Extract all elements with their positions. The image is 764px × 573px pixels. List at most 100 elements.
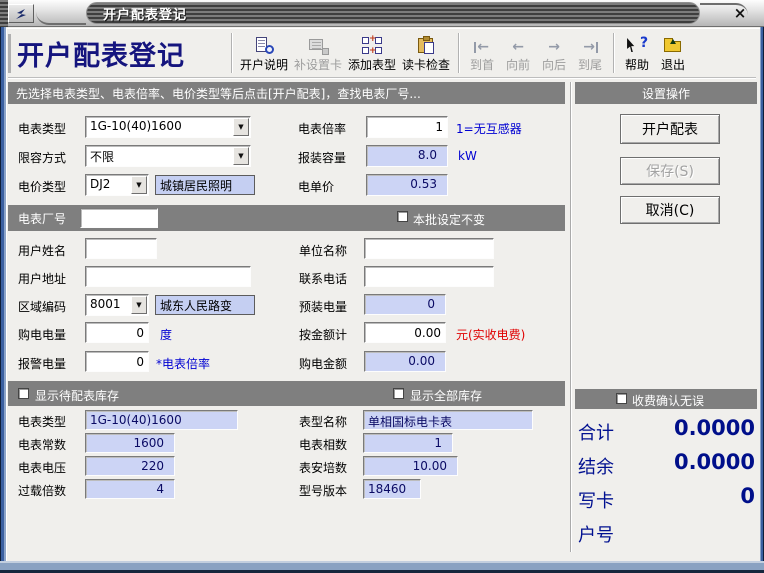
capacity-field: 8.0 [366,145,448,167]
window-frame-right [760,27,764,573]
titlebar: 开户配表登记 × [0,0,764,27]
show-all-stock-label: 显示全部库存 [410,387,482,404]
capacity-unit: kW [458,149,477,163]
area-code-combobox[interactable]: 8001 [85,294,149,316]
exit-folder-icon [662,37,684,55]
limit-mode-value: 不限 [90,148,232,165]
price-type-label: 电价类型 [18,178,66,195]
toolbar-button-label: 补设置卡 [294,56,342,73]
fee-confirm-checkbox[interactable] [616,393,627,404]
org-name-input[interactable] [364,238,494,259]
preload-qty-field: 0 [364,294,446,315]
panel-divider [570,82,571,552]
chevron-down-icon[interactable] [233,147,249,165]
model-name-label: 表型名称 [299,413,347,430]
chevron-down-icon[interactable] [131,296,147,314]
alarm-qty-input[interactable] [85,351,149,372]
by-amount-input[interactable] [364,322,446,343]
toolbar-button-label: 帮助 [625,56,649,73]
buy-qty-input[interactable] [85,322,149,343]
show-pending-stock-checkbox[interactable] [18,388,29,399]
org-name-label: 单位名称 [299,242,347,259]
total-value: 0.0000 [620,416,755,440]
batch-fixed-checkbox[interactable] [397,211,408,222]
write-card-value: 0 [620,484,755,508]
toolbar-button-last[interactable]: → 到尾 [572,31,608,75]
titlebar-curve-left [36,12,86,25]
meter-type-value: 1G-10(40)1600 [90,119,232,133]
meter-ratio-label: 电表倍率 [298,120,346,137]
toolbar-button-help[interactable]: ? 帮助 [619,31,655,75]
buy-amount-label: 购电金额 [299,355,347,372]
buy-qty-label: 购电电量 [18,326,66,343]
toolbar-button-add-meter-model[interactable]: ++ 添加表型 [345,31,399,75]
toolbar-button-label: 退出 [661,56,685,73]
cancel-button[interactable]: 取消(C) [620,196,720,224]
close-button[interactable]: × [728,3,752,22]
toolbar: 开户配表登记 开户说明 补设置卡 ++ 添加表型 读卡检查 ← 到首 ← [8,29,756,78]
open-account-button[interactable]: 开户配表 [620,114,720,144]
toolbar-button-open-help[interactable]: 开户说明 [237,31,291,75]
toolbar-button-first[interactable]: ← 到首 [464,31,500,75]
toolbar-button-read-card-check[interactable]: 读卡检查 [399,31,453,75]
phase-count-field: 1 [363,433,453,453]
toolbar-button-exit[interactable]: 退出 [655,31,691,75]
toolbar-separator [458,33,459,73]
buy-amount-field: 0.00 [364,351,446,372]
user-name-input[interactable] [85,238,157,259]
ampere-field: 10.00 [363,456,458,476]
doc-search-icon [253,37,275,55]
area-code-description: 城东人民路变 [155,295,255,315]
action-panel-header-label: 设置操作 [642,85,690,102]
chevron-down-icon[interactable] [131,176,147,194]
balance-label: 结余 [578,453,614,479]
phase-count-label: 电表相数 [299,436,347,453]
capacity-label: 报装容量 [298,149,346,166]
by-amount-label: 按金额计 [299,326,347,343]
toolbar-button-supplement-card[interactable]: 补设置卡 [291,31,345,75]
toolbar-separator [613,33,614,73]
balance-value: 0.0000 [620,450,755,474]
user-name-label: 用户姓名 [18,242,66,259]
instruction-text: 先选择电表类型、电表倍率、电价类型等后点击[开户配表]，查找电表厂号... [16,85,421,102]
inv-meter-type-label: 电表类型 [18,413,66,430]
help-cursor-icon: ? [626,37,648,55]
user-address-input[interactable] [85,266,251,287]
toolbar-button-previous[interactable]: ← 向前 [500,31,536,75]
meter-const-label: 电表常数 [18,436,66,453]
overload-field: 4 [85,479,175,499]
toolbar-button-label: 到尾 [578,56,602,73]
overload-label: 过载倍数 [18,482,66,499]
inv-meter-type-field: 1G-10(40)1600 [85,410,238,430]
show-all-stock-checkbox[interactable] [393,388,404,399]
preload-qty-label: 预装电量 [299,298,347,315]
meter-volt-field: 220 [85,456,175,476]
toolbar-button-label: 向前 [506,56,530,73]
unit-price-field: 0.53 [366,174,448,196]
area-code-label: 区域编码 [18,298,66,315]
app-window: 开户配表登记 × 开户配表登记 开户说明 补设置卡 ++ 添加表型 [0,0,764,573]
toolbar-button-next[interactable]: → 向后 [536,31,572,75]
toolbar-separator [231,33,232,73]
limit-mode-label: 限容方式 [18,149,66,166]
limit-mode-combobox[interactable]: 不限 [85,145,251,167]
meter-type-combobox[interactable]: 1G-10(40)1600 [85,116,251,138]
phone-input[interactable] [364,266,494,287]
ampere-label: 表安培数 [299,459,347,476]
page-title: 开户配表登记 [8,34,226,73]
chevron-down-icon[interactable] [233,118,249,136]
meter-type-label: 电表类型 [18,120,66,137]
meter-const-field: 1600 [85,433,175,453]
next-record-icon: → [547,39,561,55]
action-panel-header: 设置操作 [575,82,757,104]
meter-ratio-input[interactable] [366,116,448,138]
buy-qty-unit: 度 [160,326,172,343]
app-icon[interactable] [8,4,34,23]
write-card-label: 写卡 [578,487,614,513]
factory-number-input[interactable] [80,208,158,228]
meter-volt-label: 电表电压 [18,459,66,476]
save-button[interactable]: 保存(S) [620,157,720,185]
toolbar-button-label: 向后 [542,56,566,73]
price-type-value: DJ2 [90,177,130,191]
price-type-combobox[interactable]: DJ2 [85,174,149,196]
